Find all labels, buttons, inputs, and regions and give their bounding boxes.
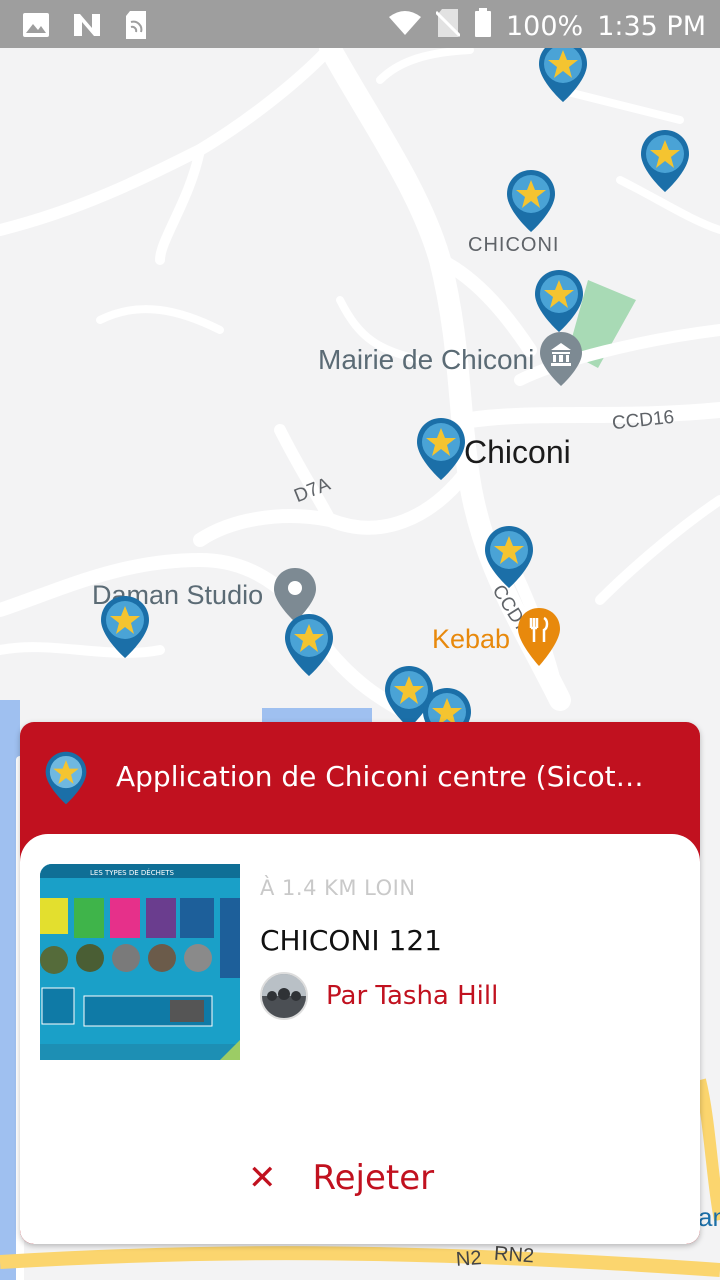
star-marker[interactable] bbox=[532, 268, 586, 334]
sd-card-icon bbox=[124, 10, 148, 45]
poster-heading: LES TYPES DE DÉCHETS bbox=[90, 868, 175, 877]
close-icon: ✕ bbox=[248, 1158, 277, 1198]
google-logo: Google bbox=[12, 1276, 113, 1280]
map-label-chiconi: Chiconi bbox=[464, 434, 571, 470]
star-marker[interactable] bbox=[638, 128, 692, 194]
place-name: CHICONI 121 bbox=[260, 924, 442, 957]
star-marker[interactable] bbox=[536, 48, 590, 104]
distance-label: À 1.4 KM LOIN bbox=[260, 876, 416, 900]
no-sim-icon bbox=[434, 8, 462, 45]
map-label-kebab[interactable]: Kebab bbox=[432, 624, 510, 655]
battery-level: 100% bbox=[506, 11, 584, 42]
battery-icon bbox=[474, 8, 492, 45]
map-label-mairie[interactable]: Mairie de Chiconi bbox=[318, 344, 534, 376]
star-marker-icon bbox=[42, 750, 90, 806]
star-marker[interactable] bbox=[282, 612, 336, 678]
wifi-icon bbox=[388, 10, 422, 43]
restaurant-poi-icon[interactable] bbox=[516, 606, 562, 673]
author-name: Par Tasha Hill bbox=[326, 981, 499, 1011]
image-icon bbox=[22, 12, 50, 43]
card-title: Application de Chiconi centre (Sicot… bbox=[116, 760, 644, 793]
star-marker[interactable] bbox=[504, 168, 558, 234]
government-poi-icon[interactable] bbox=[538, 330, 584, 393]
avatar bbox=[260, 972, 308, 1020]
dismiss-label: Rejeter bbox=[312, 1158, 435, 1198]
poster-thumbnail[interactable]: LES TYPES DE DÉCHETS bbox=[40, 864, 240, 1060]
clock: 1:35 PM bbox=[597, 11, 706, 42]
star-marker[interactable] bbox=[98, 594, 152, 660]
location-card[interactable]: Application de Chiconi centre (Sicot… LE… bbox=[20, 722, 700, 1244]
road-label-rn2: RN2 bbox=[493, 1242, 535, 1268]
map-label-edge: an bbox=[698, 1202, 720, 1232]
map-label-chiconi-upper: CHICONI bbox=[468, 234, 560, 256]
star-marker[interactable] bbox=[414, 416, 468, 482]
n-icon bbox=[72, 12, 102, 43]
star-marker[interactable] bbox=[482, 524, 536, 590]
dismiss-button[interactable]: ✕ Rejeter bbox=[248, 1158, 434, 1198]
road-label-n2: N2 bbox=[455, 1247, 483, 1271]
card-header: Application de Chiconi centre (Sicot… bbox=[20, 722, 700, 834]
author-row[interactable]: Par Tasha Hill bbox=[260, 972, 498, 1020]
card-body: LES TYPES DE DÉCHETS À 1.4 KM LOIN CHICO… bbox=[20, 834, 700, 1244]
status-bar: 100% 1:35 PM bbox=[0, 0, 720, 48]
